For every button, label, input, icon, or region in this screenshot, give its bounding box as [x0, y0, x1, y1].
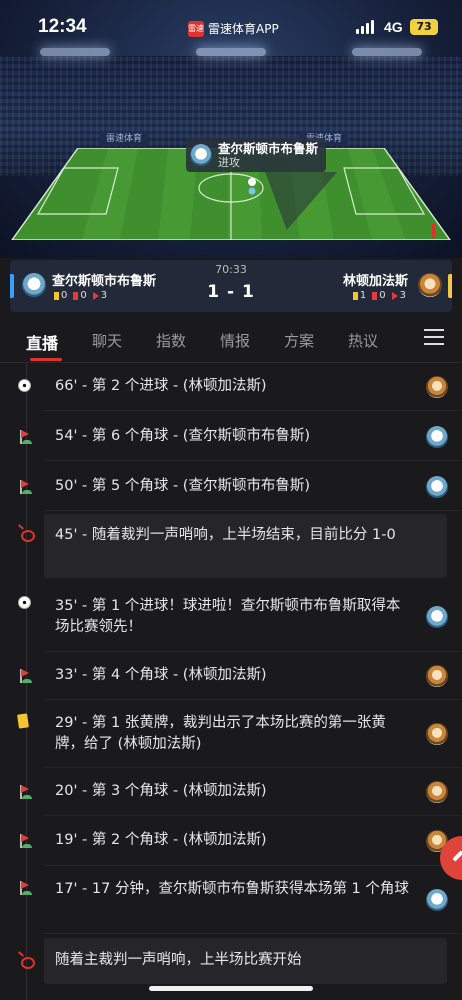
event-separator — [44, 460, 462, 461]
popup-event: 进攻 — [218, 155, 240, 169]
event-text: 20' - 第 3 个角球 - (林顿加法斯) — [55, 783, 267, 799]
network-type: 4G — [384, 19, 403, 35]
event-text: 50' - 第 5 个角球 - (查尔斯顿市布鲁斯) — [55, 477, 311, 494]
event-separator — [44, 510, 462, 511]
home-indicator[interactable] — [149, 986, 313, 991]
event-item[interactable]: 19' - 第 2 个角球 - (林顿加法斯) — [0, 816, 462, 866]
event-popup: 查尔斯顿市布鲁斯 进攻 — [186, 138, 326, 172]
event-text: 19' - 第 2 个角球 - (林顿加法斯) — [55, 832, 267, 848]
away-yellow-count: 1 — [359, 290, 367, 301]
goal-ball-icon — [18, 596, 34, 612]
status-bar: 12:34 雷速 雷速体育APP 4G 73 — [0, 0, 462, 50]
home-team-crest-icon — [426, 475, 448, 498]
event-item[interactable]: 29' - 第 1 张黄牌，裁判出示了本场比赛的第一张黄牌，给了 (林顿加法斯) — [0, 700, 462, 768]
battery-icon: 73 — [410, 19, 438, 35]
event-text: 29' - 第 1 张黄牌，裁判出示了本场比赛的第一张黄牌，给了 (林顿加法斯) — [55, 715, 386, 752]
event-text: 45' - 随着裁判一声哨响，上半场结束，目前比分 1-0 — [55, 527, 396, 543]
app-name: 雷速体育APP — [208, 22, 279, 36]
menu-icon[interactable] — [424, 329, 444, 345]
event-item[interactable]: 33' - 第 4 个角球 - (林顿加法斯) — [0, 652, 462, 700]
yellow-card-icon — [352, 291, 358, 300]
away-team-crest-icon — [426, 723, 448, 745]
signal-icon — [356, 20, 374, 34]
event-highlight-box — [44, 514, 447, 578]
corner-flag-icon — [18, 880, 34, 896]
event-item[interactable]: 54' - 第 6 个角球 - (查尔斯顿市布鲁斯) — [0, 412, 462, 461]
event-separator — [44, 933, 462, 934]
event-item[interactable]: 随着主裁判一声哨响，上半场比赛开始 — [0, 936, 462, 986]
corner-flag-icon — [18, 479, 34, 495]
ad-board: 雷速体育 — [100, 132, 149, 146]
home-team-crest-icon — [426, 425, 448, 448]
home-team-crest-icon — [426, 606, 448, 628]
away-red-count: 0 — [379, 290, 386, 301]
corner-flag-icon — [18, 429, 34, 445]
away-team-stats: 1 0 3 — [352, 290, 406, 301]
away-team-crest-icon — [426, 665, 448, 687]
return-to-app[interactable]: 雷速 雷速体育APP — [188, 20, 279, 37]
corner-flag-icon — [18, 833, 34, 849]
event-item[interactable]: 17' - 17 分钟，查尔斯顿市布鲁斯获得本场第 1 个角球 — [0, 866, 462, 934]
yellow-card-icon — [17, 713, 34, 730]
corner-flag-icon — [18, 668, 34, 684]
popup-pointer — [250, 172, 338, 230]
event-item[interactable]: 35' - 第 1 个进球！球进啦！查尔斯顿市布鲁斯取得本场比赛领先！ — [0, 582, 462, 652]
active-tab-indicator — [30, 358, 62, 361]
away-team-crest-icon[interactable] — [418, 273, 442, 297]
away-team-crest-icon — [426, 376, 448, 398]
app-logo-icon: 雷速 — [188, 20, 204, 37]
corner-icon — [391, 291, 398, 300]
tab-plans[interactable]: 方案 — [284, 330, 314, 351]
event-text: 33' - 第 4 个角球 - (林顿加法斯) — [55, 667, 267, 683]
event-item[interactable]: 50' - 第 5 个角球 - (查尔斯顿市布鲁斯) — [0, 462, 462, 511]
tab-bar: 直播 聊天 指数 情报 方案 热议 — [0, 318, 462, 362]
corner-flag-icon — [18, 784, 34, 800]
event-item[interactable]: 45' - 随着裁判一声哨响，上半场结束，目前比分 1-0 — [0, 512, 462, 580]
event-text: 随着主裁判一声哨响，上半场比赛开始 — [55, 952, 302, 968]
popup-team-name: 查尔斯顿市布鲁斯 — [218, 140, 319, 156]
home-team-crest-icon — [190, 144, 212, 166]
tab-chat[interactable]: 聊天 — [92, 330, 122, 351]
red-card-icon — [372, 291, 378, 300]
tab-live[interactable]: 直播 — [26, 330, 58, 354]
tab-intel[interactable]: 情报 — [220, 330, 250, 351]
event-separator — [44, 410, 462, 411]
event-text: 54' - 第 6 个角球 - (查尔斯顿市布鲁斯) — [55, 427, 311, 444]
score-bar: 查尔斯顿市布鲁斯 0 0 3 70:33 1 - 1 林顿加法斯 1 0 3 — [10, 260, 452, 312]
event-text: 17' - 17 分钟，查尔斯顿市布鲁斯获得本场第 1 个角球 — [55, 881, 409, 897]
away-team-crest-icon — [426, 781, 448, 803]
whistle-icon — [18, 526, 35, 542]
event-text: 35' - 第 1 个进球！球进啦！查尔斯顿市布鲁斯取得本场比赛领先！ — [55, 598, 401, 635]
away-team-name[interactable]: 林顿加法斯 — [343, 270, 408, 289]
tab-odds[interactable]: 指数 — [156, 330, 186, 351]
event-item[interactable]: 66' - 第 2 个进球 - (林顿加法斯) — [0, 363, 462, 411]
goal-ball-icon — [18, 379, 34, 395]
home-team-crest-icon — [426, 889, 448, 911]
event-item[interactable]: 20' - 第 3 个角球 - (林顿加法斯) — [0, 768, 462, 816]
status-time: 12:34 — [38, 16, 87, 37]
whistle-icon — [18, 953, 35, 969]
event-text: 66' - 第 2 个进球 - (林顿加法斯) — [55, 378, 267, 394]
tab-discussion[interactable]: 热议 — [348, 330, 378, 351]
away-corner-count: 3 — [399, 290, 406, 301]
